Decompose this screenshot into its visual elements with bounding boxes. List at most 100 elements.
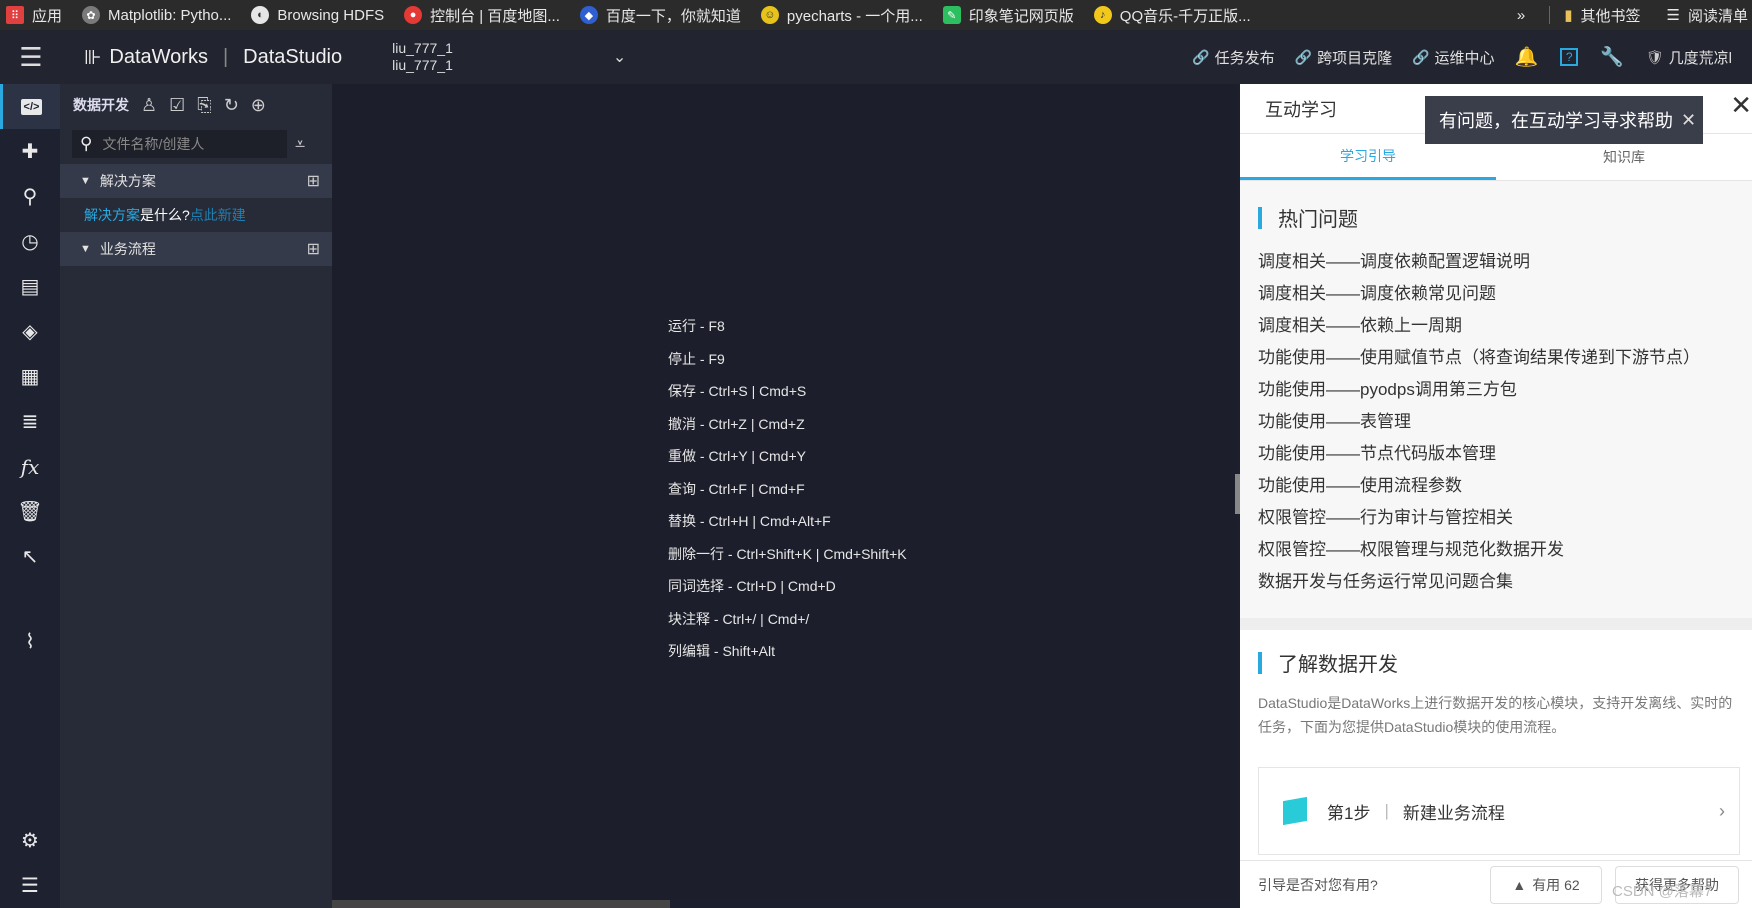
bookmarks-divider	[1549, 6, 1551, 24]
shortcut-item: 同词选择 - Ctrl+D | Cmd+D	[668, 578, 836, 594]
menu-icon[interactable]: ☰	[0, 30, 62, 84]
wrench-icon[interactable]: 🔧	[1600, 45, 1624, 69]
bookmark-matplotlib[interactable]: ✿ Matplotlib: Pytho...	[82, 6, 231, 24]
project-name: liu_777_1	[392, 40, 453, 56]
bell-icon[interactable]: 🔔	[1515, 45, 1539, 69]
brand[interactable]: ⊪ DataWorks | DataStudio	[84, 45, 342, 70]
faq-link[interactable]: 调度相关——调度依赖常见问题	[1258, 280, 1752, 312]
map-pin-icon: ●	[404, 6, 423, 24]
task-publish-link[interactable]: 🔗 任务发布	[1192, 47, 1274, 68]
help-icon[interactable]: ?	[1560, 48, 1579, 66]
data-dev-icon[interactable]: </>	[0, 84, 60, 129]
bookmark-apps[interactable]: ⠿ 应用	[6, 5, 62, 26]
shortcut-item: 保存 - Ctrl+S | Cmd+S	[668, 383, 807, 399]
bookmark-evernote[interactable]: ✎ 印象笔记网页版	[942, 5, 1074, 26]
faq-link[interactable]: 权限管控——行为审计与管控相关	[1258, 504, 1752, 536]
module-name: DataStudio	[243, 45, 343, 68]
evernote-icon: ✎	[942, 6, 961, 24]
panel-title: 数据开发	[73, 97, 129, 113]
collapse-menu-icon[interactable]: ☰	[0, 863, 60, 908]
help-panel-title: 互动学习	[1265, 99, 1337, 120]
bookmark-qqmusic[interactable]: ♪ QQ音乐-千万正版...	[1093, 5, 1251, 26]
user-menu[interactable]: 🛡 几度荒凉l	[1646, 47, 1732, 68]
faq-link[interactable]: 数据开发与任务运行常见问题合集	[1258, 568, 1752, 600]
cross-project-clone-link[interactable]: 🔗 跨项目克隆	[1295, 47, 1392, 68]
folder-solutions[interactable]: ▼ 解决方案 ⊞	[60, 164, 332, 198]
horizontal-scrollbar[interactable]	[332, 900, 670, 908]
project-id: liu_777_1	[392, 57, 453, 73]
cube-icon	[1283, 796, 1307, 826]
project-selector[interactable]: liu_777_1 liu_777_1	[392, 40, 453, 74]
step-divider: |	[1384, 801, 1389, 820]
step-card[interactable]: 第1步 | 新建业务流程 ›	[1258, 767, 1740, 855]
folder-icon: ▮	[1564, 7, 1573, 24]
section-accent-bar	[1258, 206, 1262, 229]
close-icon[interactable]: ✕	[1730, 90, 1752, 121]
create-new-link[interactable]: 点此新建	[190, 205, 246, 225]
cursor-icon[interactable]: ↖	[0, 534, 60, 579]
cube-icon[interactable]: ◈	[0, 309, 60, 354]
search-input[interactable]: ⚲ 文件名称/创建人	[72, 130, 287, 158]
editor-area[interactable]: 运行 - F8 停止 - F9 保存 - Ctrl+S | Cmd+S 撤消 -…	[332, 84, 1237, 908]
faq-link[interactable]: 调度相关——依赖上一周期	[1258, 312, 1752, 344]
clock-icon[interactable]: ◷	[0, 219, 60, 264]
bookmark-pyecharts[interactable]: ☺ pyecharts - 一个用...	[760, 5, 923, 26]
faq-link[interactable]: 功能使用——使用流程参数	[1258, 472, 1752, 504]
table-icon[interactable]: ▦	[0, 354, 60, 399]
locate-icon[interactable]: ⊕	[251, 95, 266, 116]
data-dev-panel: 数据开发 ♙ ☑ ⎘ ↻ ⊕ ⚲ 文件名称/创建人 ⩡ ▼ 解决方案 ⊞ 解决方…	[60, 84, 332, 908]
bookmark-baidu-map[interactable]: ● 控制台 | 百度地图...	[404, 5, 560, 26]
shortcut-item: 删除一行 - Ctrl+Shift+K | Cmd+Shift+K	[668, 545, 907, 562]
refresh-icon[interactable]: ↻	[224, 95, 239, 116]
faq-link[interactable]: 功能使用——表管理	[1258, 408, 1752, 440]
search-placeholder: 文件名称/创建人	[102, 136, 205, 152]
function-icon[interactable]: fx	[0, 444, 60, 489]
trash-icon[interactable]: 🗑	[0, 489, 60, 534]
graph-icon[interactable]: ⌇	[0, 619, 60, 664]
search-icon[interactable]: ⚲	[0, 174, 60, 219]
puzzle-icon[interactable]: ✚	[0, 129, 60, 174]
shield-icon: 🛡	[1645, 48, 1664, 65]
grid-icon[interactable]: ⊞	[307, 171, 320, 191]
bookmarks-bar: ⠿ 应用 ✿ Matplotlib: Pytho... ◐ Browsing HDFS…	[0, 0, 1752, 30]
bookmark-hdfs[interactable]: ◐ Browsing HDFS	[251, 6, 384, 24]
new-file-icon[interactable]: ⎘	[197, 95, 211, 116]
list-icon[interactable]: ≣	[0, 399, 60, 444]
thumb-up-icon: ▲	[1512, 877, 1527, 893]
settings-icon[interactable]: ⚙	[0, 818, 60, 863]
bookmark-baidu[interactable]: ◆ 百度一下，你就知道	[579, 5, 741, 26]
step-label: 第1步	[1327, 803, 1371, 823]
faq-link[interactable]: 权限管控——权限管理与规范化数据开发	[1258, 536, 1752, 568]
ops-center-link[interactable]: 🔗 运维中心	[1412, 47, 1494, 68]
learn-title: 了解数据开发	[1278, 654, 1398, 676]
other-bookmarks[interactable]: 其他书签	[1581, 5, 1641, 26]
faq-link[interactable]: 功能使用——使用赋值节点（将查询结果传递到下游节点）	[1258, 344, 1752, 376]
faq-link[interactable]: 功能使用——pyodps调用第三方包	[1258, 376, 1752, 408]
briefcase-icon[interactable]: ▤	[0, 264, 60, 309]
chevron-down-icon: ▼	[80, 175, 91, 187]
link-icon: 🔗	[1294, 48, 1313, 65]
chevron-down-icon: ▼	[80, 243, 91, 255]
dataworks-logo-icon: ⊪	[84, 46, 102, 69]
useful-button[interactable]: ▲ 有用 62	[1490, 866, 1602, 904]
user-filter-icon[interactable]: ♙	[141, 95, 157, 116]
filter-icon[interactable]: ⩡	[295, 134, 305, 155]
more-bookmarks-button[interactable]: »	[1517, 7, 1525, 24]
faq-link[interactable]: 调度相关——调度依赖配置逻辑说明	[1258, 248, 1752, 280]
section-divider	[1240, 618, 1752, 630]
tooltip-close-icon[interactable]: ✕	[1681, 110, 1696, 131]
brand-name: DataWorks	[109, 45, 208, 68]
reading-list[interactable]: 阅读清单	[1688, 5, 1748, 26]
faq-link[interactable]: 功能使用——节点代码版本管理	[1258, 440, 1752, 472]
grid-icon[interactable]: ⊞	[307, 239, 320, 259]
shortcut-item: 替换 - Ctrl+H | Cmd+Alt+F	[668, 513, 831, 529]
solution-link[interactable]: 解决方案	[84, 205, 140, 225]
link-icon: 🔗	[1192, 48, 1210, 65]
chevron-down-icon[interactable]: ⌄	[613, 47, 626, 67]
hot-questions-title: 热门问题	[1278, 209, 1358, 231]
watermark: CSDN @落幕7	[1612, 883, 1713, 900]
left-icon-rail: </> ✚ ⚲ ◷ ▤ ◈ ▦ ≣ fx 🗑 ↖ ⌇ ⚙ ☰	[0, 84, 60, 908]
shortcut-item: 块注释 - Ctrl+/ | Cmd+/	[668, 610, 810, 627]
folder-business-flow[interactable]: ▼ 业务流程 ⊞	[60, 232, 332, 266]
calendar-check-icon[interactable]: ☑	[169, 95, 185, 116]
